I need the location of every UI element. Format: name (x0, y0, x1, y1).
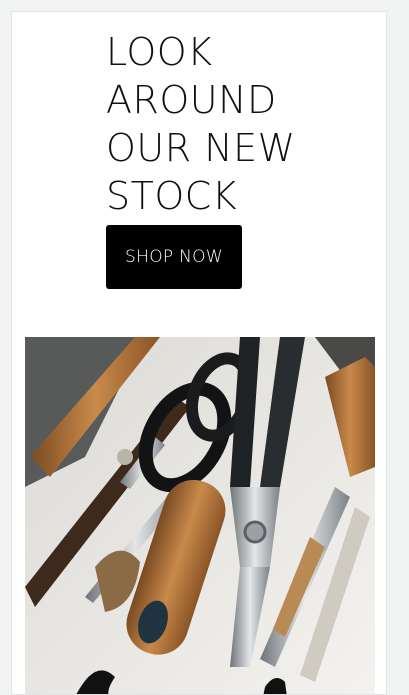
headline-line: STOCK (106, 174, 238, 218)
shop-now-button[interactable]: SHOP NOW (106, 225, 242, 289)
headline-line: OUR NEW (106, 126, 296, 170)
hero-headline: LOOK AROUND OUR NEW STOCK (106, 28, 296, 220)
promo-card: LOOK AROUND OUR NEW STOCK SHOP NOW (11, 11, 387, 695)
tools-photo (25, 337, 375, 694)
headline-line: AROUND (106, 78, 277, 122)
tools-illustration (25, 337, 375, 694)
headline-line: LOOK (106, 30, 213, 74)
